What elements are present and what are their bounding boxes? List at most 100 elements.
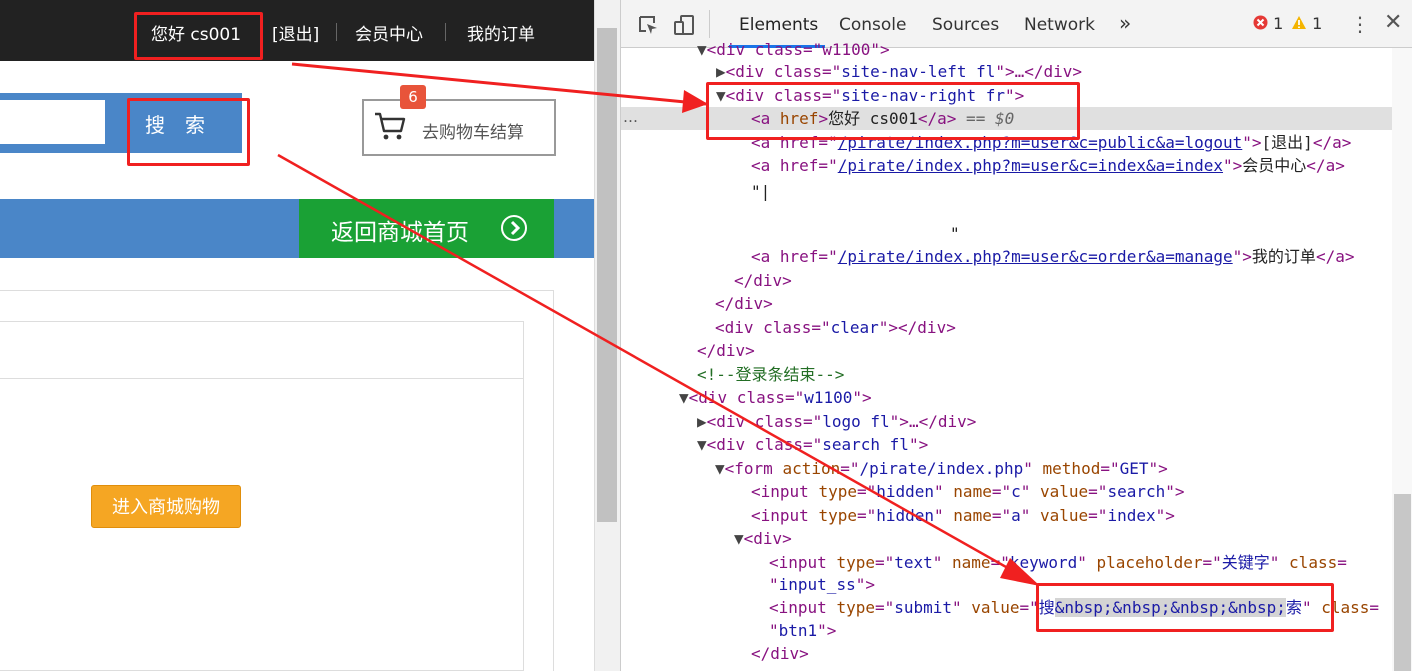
enter-mall-button[interactable]: 进入商城购物 xyxy=(91,485,241,528)
tab-sources[interactable]: Sources xyxy=(932,15,999,35)
dom-attr-value: logo fl xyxy=(822,412,890,431)
error-icon xyxy=(1253,15,1268,30)
panel-divider xyxy=(0,378,524,379)
dom-attr-value: search xyxy=(1107,482,1166,501)
dom-text: [退出] xyxy=(1261,133,1313,152)
devtools-scrollbar-thumb[interactable] xyxy=(1394,494,1411,671)
webpage-viewport: 您好 cs001 [退出] 会员中心 我的订单 搜 索 去购物车结算 6 返回商… xyxy=(0,0,594,671)
dom-line[interactable]: "input_ss"> xyxy=(769,575,875,595)
dom-line[interactable]: ▼<div class="w1100"> xyxy=(697,40,890,60)
toolbar-divider xyxy=(709,10,710,38)
more-options-icon[interactable]: ⋮ xyxy=(1350,12,1370,36)
dom-tag: <a href=" xyxy=(751,156,838,175)
cart-count-badge: 6 xyxy=(400,85,426,109)
dom-href-link[interactable]: /pirate/index.php?m=user&c=index&a=index xyxy=(838,156,1223,175)
dom-line[interactable]: "btn1"> xyxy=(769,621,836,641)
dom-attr-value: keyword xyxy=(1009,553,1078,572)
dom-line[interactable]: <input type="hidden" name="c" value="sea… xyxy=(751,482,1185,502)
dom-attr-value: index xyxy=(1107,506,1156,525)
inspect-element-icon[interactable] xyxy=(637,14,659,36)
tab-console[interactable]: Console xyxy=(839,15,907,35)
more-tabs-button[interactable]: » xyxy=(1119,11,1131,35)
dom-tag: <div class=" xyxy=(706,412,823,431)
dom-tag: ">…</div> xyxy=(995,62,1083,81)
annotation-box-submit-value xyxy=(1036,583,1334,632)
dom-attr-value: submit xyxy=(894,598,953,617)
dom-tag: "> xyxy=(1223,156,1243,175)
dom-line[interactable]: <!--登录条结束--> xyxy=(697,365,844,385)
return-home-button[interactable]: 返回商城首页 xyxy=(299,199,554,258)
dom-line[interactable]: ▼<div class="search fl"> xyxy=(697,435,928,455)
dom-attr-value: text xyxy=(894,553,933,572)
dom-attr-name: method xyxy=(1042,459,1101,478)
dom-text: 我的订单 xyxy=(1251,247,1316,266)
dom-tag: <div class=" xyxy=(688,388,805,407)
dom-line[interactable]: <input type="hidden" name="a" value="ind… xyxy=(751,506,1175,526)
dom-line[interactable]: ▶<div class="site-nav-left fl">…</div> xyxy=(716,62,1082,82)
cart-button[interactable]: 去购物车结算 xyxy=(362,99,556,156)
dom-tag: <a href=" xyxy=(751,247,838,266)
cart-label: 去购物车结算 xyxy=(422,123,524,143)
dom-tag: </a> xyxy=(1315,247,1355,266)
dom-line[interactable]: ▶<div class="logo fl">…</div> xyxy=(697,412,976,432)
dom-attr-value: search fl xyxy=(822,435,909,454)
dom-tag: </a> xyxy=(1312,133,1352,152)
member-center-link[interactable]: 会员中心 xyxy=(355,20,423,45)
return-home-label: 返回商城首页 xyxy=(331,220,469,246)
dom-tag: "></div> xyxy=(878,318,956,337)
annotation-box-greeting xyxy=(134,12,263,60)
warning-count[interactable]: 1 xyxy=(1291,14,1322,33)
dom-tag: </div> xyxy=(734,271,792,290)
tab-network[interactable]: Network xyxy=(1024,15,1095,35)
dom-tag: <div class=" xyxy=(725,62,842,81)
dom-line[interactable]: " xyxy=(950,224,960,244)
annotation-box-search-button xyxy=(127,98,250,166)
device-toolbar-icon[interactable] xyxy=(673,14,695,36)
warning-count-value: 1 xyxy=(1312,14,1323,33)
dom-attr-value: input_ss xyxy=(778,575,856,594)
page-scrollbar-thumb[interactable] xyxy=(597,28,617,522)
dom-line[interactable]: </div> xyxy=(734,271,792,291)
dom-line[interactable]: <input type="text" name="keyword" placeh… xyxy=(769,553,1347,573)
warning-icon xyxy=(1292,16,1306,29)
tab-elements[interactable]: Elements xyxy=(739,15,818,35)
dom-text: 会员中心 xyxy=(1242,156,1307,175)
node-actions-ellipsis[interactable]: … xyxy=(623,108,638,126)
search-input[interactable] xyxy=(0,97,108,147)
dom-line[interactable]: </div> xyxy=(715,294,773,314)
dom-line[interactable]: <a href="/pirate/index.php?m=user&c=inde… xyxy=(751,156,1345,176)
dom-line[interactable]: <div class="clear"></div> xyxy=(715,318,956,338)
dom-line[interactable]: ▼<div class="w1100"> xyxy=(679,388,872,408)
dom-tag: ">…</div> xyxy=(889,412,977,431)
dom-tag: <form xyxy=(724,459,783,478)
devtools-scrollbar[interactable] xyxy=(1392,48,1412,671)
dom-tag: <div> xyxy=(743,529,792,548)
nav-divider xyxy=(336,23,337,41)
dom-line[interactable]: </div> xyxy=(751,644,809,664)
dom-tag: "> xyxy=(1232,247,1252,266)
dom-href-link[interactable]: /pirate/index.php?m=user&c=order&a=manag… xyxy=(838,247,1233,266)
dom-text: "| xyxy=(751,182,771,201)
site-nav-bar: 您好 cs001 [退出] 会员中心 我的订单 xyxy=(0,0,594,61)
dom-tag: </div> xyxy=(715,294,773,313)
dom-attr-value: /pirate/index.php xyxy=(859,459,1024,478)
dom-tag: "> xyxy=(908,435,929,454)
dom-line[interactable]: ▼<form action="/pirate/index.php" method… xyxy=(715,459,1168,479)
dom-line[interactable]: ▼<div> xyxy=(734,529,792,549)
dom-tag: "> xyxy=(852,388,872,407)
page-scrollbar[interactable] xyxy=(594,0,620,671)
dom-attr-value: site-nav-left fl xyxy=(841,62,996,81)
close-icon[interactable]: ✕ xyxy=(1384,10,1402,35)
dom-attr-value: clear xyxy=(830,318,879,337)
dom-tag: </a> xyxy=(1306,156,1345,175)
dom-tag: "> xyxy=(1242,133,1262,152)
logout-link[interactable]: [退出] xyxy=(272,20,319,45)
dom-line[interactable]: <a href="/pirate/index.php?m=user&c=orde… xyxy=(751,247,1354,267)
dom-line[interactable]: </div> xyxy=(697,341,755,361)
dom-tag: </div> xyxy=(751,644,809,663)
my-orders-link[interactable]: 我的订单 xyxy=(467,20,535,45)
dom-line[interactable]: "| xyxy=(751,182,770,202)
error-count[interactable]: 1 xyxy=(1253,14,1283,33)
dom-attr-value: btn1 xyxy=(778,621,818,640)
dom-attr-value: GET xyxy=(1119,459,1149,478)
